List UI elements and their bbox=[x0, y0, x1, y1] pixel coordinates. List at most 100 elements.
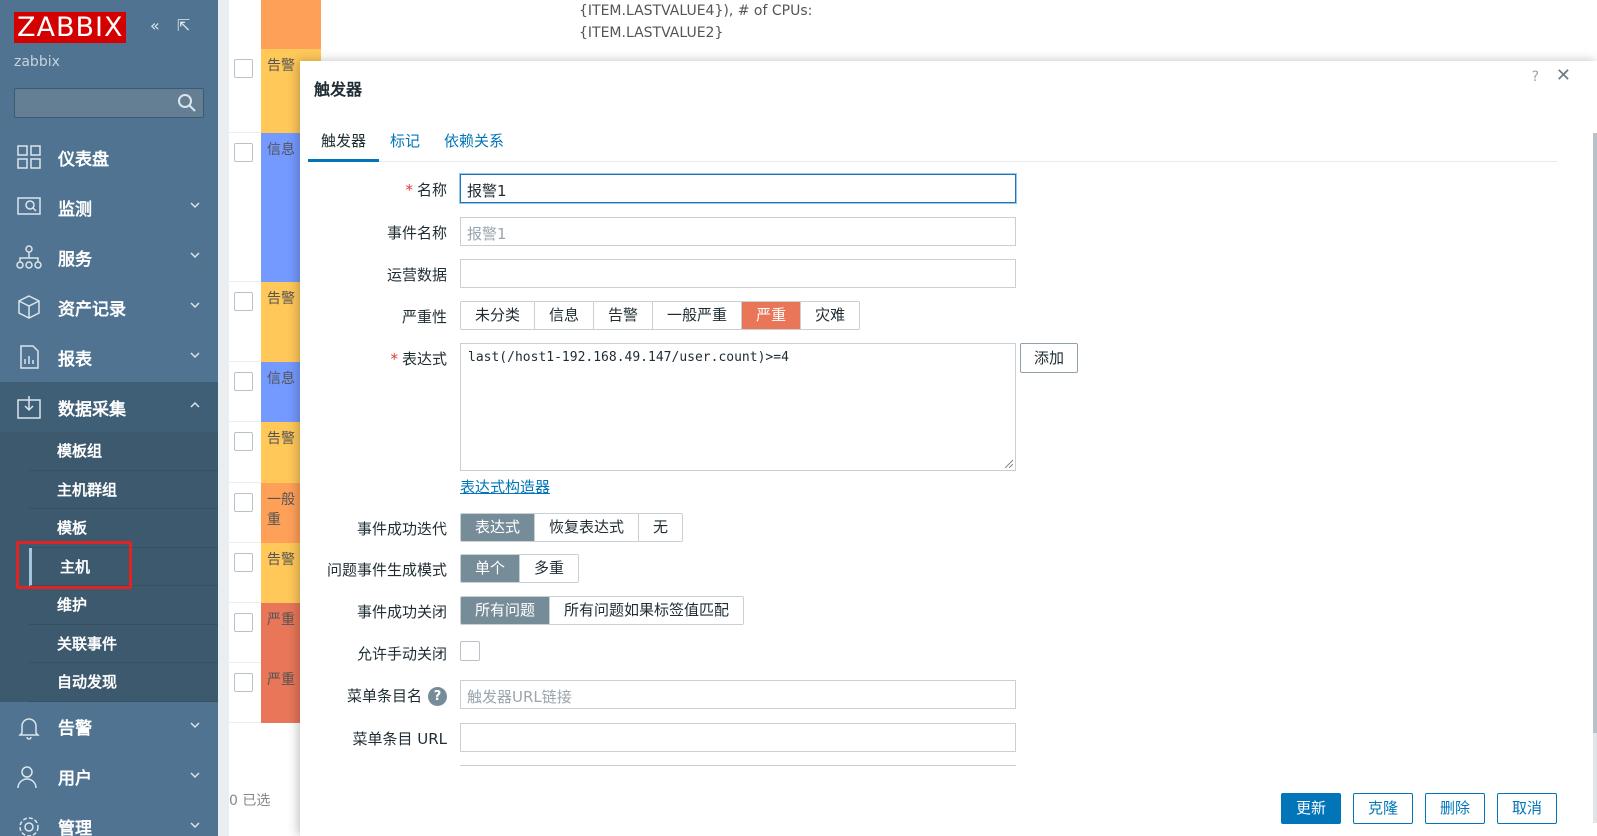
row-checkbox[interactable] bbox=[234, 292, 253, 311]
row-checkbox[interactable] bbox=[234, 613, 253, 632]
menu-url-input[interactable] bbox=[460, 723, 1016, 752]
ok-event-selector: 表达式 恢复表达式 无 bbox=[460, 513, 684, 542]
required-marker: * bbox=[390, 350, 398, 368]
menu-item-administration[interactable]: 管理 bbox=[0, 802, 218, 836]
label-text: 名称 bbox=[416, 181, 447, 199]
inventory-icon bbox=[18, 295, 40, 319]
manual-close-label: 允许手动关闭 bbox=[356, 645, 447, 663]
row-checkbox[interactable] bbox=[234, 553, 253, 572]
menu-url-label: 菜单条目 URL bbox=[352, 730, 447, 748]
expression-text-line: {ITEM.LASTVALUE2} bbox=[579, 25, 724, 41]
menu-label: 用户 bbox=[58, 769, 92, 789]
tab-tags[interactable]: 标记 bbox=[377, 128, 433, 162]
menu-item-data-collection[interactable]: 数据采集 bbox=[0, 382, 218, 432]
help-icon[interactable]: ? bbox=[1532, 69, 1539, 85]
cancel-button[interactable]: 取消 bbox=[1496, 793, 1557, 824]
menu-label: 数据采集 bbox=[58, 399, 126, 420]
clone-button[interactable]: 克隆 bbox=[1352, 793, 1413, 824]
ok-close-option-tag-match[interactable]: 所有问题如果标签值匹配 bbox=[550, 597, 744, 624]
zabbix-logo[interactable]: ZABBIX bbox=[14, 12, 127, 43]
expression-textarea[interactable]: last(/host1-192.168.49.147/user.count)>=… bbox=[460, 343, 1016, 471]
severity-option-disaster[interactable]: 灾难 bbox=[801, 302, 860, 329]
event-name-input[interactable]: 报警1 bbox=[460, 217, 1016, 246]
ok-close-selector: 所有问题 所有问题如果标签值匹配 bbox=[460, 596, 745, 625]
next-field-edge bbox=[460, 765, 1016, 767]
row-checkbox[interactable] bbox=[234, 59, 253, 78]
name-input[interactable]: 报警1 bbox=[460, 174, 1016, 203]
submenu-item-template-groups[interactable]: 模板组 bbox=[29, 432, 218, 471]
ok-event-option-recovery-expression[interactable]: 恢复表达式 bbox=[535, 514, 640, 541]
chevron-down-icon bbox=[190, 202, 200, 209]
severity-option-not-classified[interactable]: 未分类 bbox=[461, 302, 536, 329]
menu-label: 资产记录 bbox=[58, 299, 126, 320]
severity-cell-top bbox=[261, 0, 321, 49]
help-icon[interactable]: ? bbox=[428, 687, 447, 706]
tab-trigger[interactable]: 触发器 bbox=[308, 128, 380, 162]
monitoring-icon bbox=[17, 197, 41, 215]
problem-mode-option-single[interactable]: 单个 bbox=[461, 555, 521, 582]
problem-mode-option-multiple[interactable]: 多重 bbox=[520, 555, 579, 582]
collapse-sidebar-icon[interactable]: « bbox=[150, 16, 160, 35]
selected-count: 0 已选 bbox=[229, 793, 271, 809]
search-icon[interactable] bbox=[177, 93, 197, 113]
main-menu: 仪表盘 监测 服务 资产记录 报表 数据采集 模板组 主机群组 模板 主机 维护… bbox=[0, 132, 218, 836]
row-checkbox[interactable] bbox=[234, 143, 253, 162]
menu-label: 服务 bbox=[58, 249, 92, 270]
ok-close-label: 事件成功关闭 bbox=[356, 603, 447, 621]
close-icon[interactable]: ✕ bbox=[1556, 65, 1571, 86]
expression-text-line: {ITEM.LASTVALUE4}), # of CPUs: bbox=[579, 3, 813, 19]
severity-option-warning[interactable]: 告警 bbox=[594, 302, 654, 329]
expression-value: last(/host1-192.168.49.147/user.count)>=… bbox=[468, 350, 789, 365]
menu-item-inventory[interactable]: 资产记录 bbox=[0, 282, 218, 332]
submenu-item-event-correlation[interactable]: 关联事件 bbox=[29, 625, 218, 663]
sidebar: ZABBIX « ⇱ zabbix 仪表盘 监测 服务 资产记录 报表 数据采集… bbox=[0, 0, 218, 836]
severity-option-information[interactable]: 信息 bbox=[535, 302, 595, 329]
required-marker: * bbox=[405, 181, 413, 199]
scrollbar-thumb[interactable] bbox=[1593, 133, 1597, 733]
severity-label: 严重性 bbox=[401, 308, 447, 326]
menu-item-monitoring[interactable]: 监测 bbox=[0, 182, 218, 232]
menu-item-alerts[interactable]: 告警 bbox=[0, 702, 218, 752]
chevron-down-icon bbox=[190, 352, 200, 359]
opdata-input[interactable] bbox=[460, 259, 1016, 288]
menu-item-services[interactable]: 服务 bbox=[0, 232, 218, 282]
menu-name-input[interactable]: 触发器URL链接 bbox=[460, 680, 1016, 709]
menu-label: 监测 bbox=[58, 199, 92, 220]
severity-option-high[interactable]: 严重 bbox=[742, 302, 802, 329]
row-checkbox[interactable] bbox=[234, 372, 253, 391]
tab-dependencies[interactable]: 依赖关系 bbox=[431, 128, 517, 162]
menu-item-reports[interactable]: 报表 bbox=[0, 332, 218, 382]
submenu-item-host-groups[interactable]: 主机群组 bbox=[29, 471, 218, 509]
update-button[interactable]: 更新 bbox=[1280, 793, 1341, 824]
expression-label: * 表达式 bbox=[390, 348, 447, 369]
sidebar-search-input[interactable] bbox=[14, 88, 204, 118]
dialog-scrollbar[interactable] bbox=[1593, 133, 1597, 823]
ok-close-option-all-problems[interactable]: 所有问题 bbox=[461, 597, 551, 624]
expression-builder-link[interactable]: 表达式构造器 bbox=[460, 476, 550, 497]
submenu-item-discovery[interactable]: 自动发现 bbox=[29, 663, 218, 702]
resize-handle-icon[interactable] bbox=[1003, 458, 1013, 468]
row-checkbox[interactable] bbox=[234, 673, 253, 692]
ok-event-option-expression[interactable]: 表达式 bbox=[461, 514, 536, 541]
chevron-down-icon bbox=[190, 771, 200, 778]
menu-item-dashboard[interactable]: 仪表盘 bbox=[0, 132, 218, 182]
menu-item-users[interactable]: 用户 bbox=[0, 752, 218, 802]
popout-icon[interactable]: ⇱ bbox=[177, 16, 190, 35]
severity-selector: 未分类 信息 告警 一般严重 严重 灾难 bbox=[460, 301, 861, 330]
severity-option-average[interactable]: 一般严重 bbox=[653, 302, 743, 329]
menu-label: 报表 bbox=[58, 349, 92, 370]
label-text: 表达式 bbox=[401, 350, 447, 368]
row-checkbox[interactable] bbox=[234, 493, 253, 512]
ok-event-option-none[interactable]: 无 bbox=[639, 514, 683, 541]
expression-text: {ITEM.LASTVALUE4}), # of CPUs: {ITEM.LAS… bbox=[579, 0, 812, 44]
data-collection-icon bbox=[17, 396, 41, 419]
sidebar-tools: « ⇱ bbox=[150, 16, 202, 35]
delete-button[interactable]: 删除 bbox=[1424, 793, 1485, 824]
manual-close-checkbox[interactable] bbox=[460, 641, 480, 661]
menu-label: 告警 bbox=[58, 719, 92, 739]
add-expression-button[interactable]: 添加 bbox=[1020, 343, 1078, 373]
submenu-item-maintenance[interactable]: 维护 bbox=[29, 586, 218, 625]
row-checkbox[interactable] bbox=[234, 432, 253, 451]
ok-event-label: 事件成功迭代 bbox=[356, 520, 447, 538]
chevron-down-icon bbox=[190, 302, 200, 309]
